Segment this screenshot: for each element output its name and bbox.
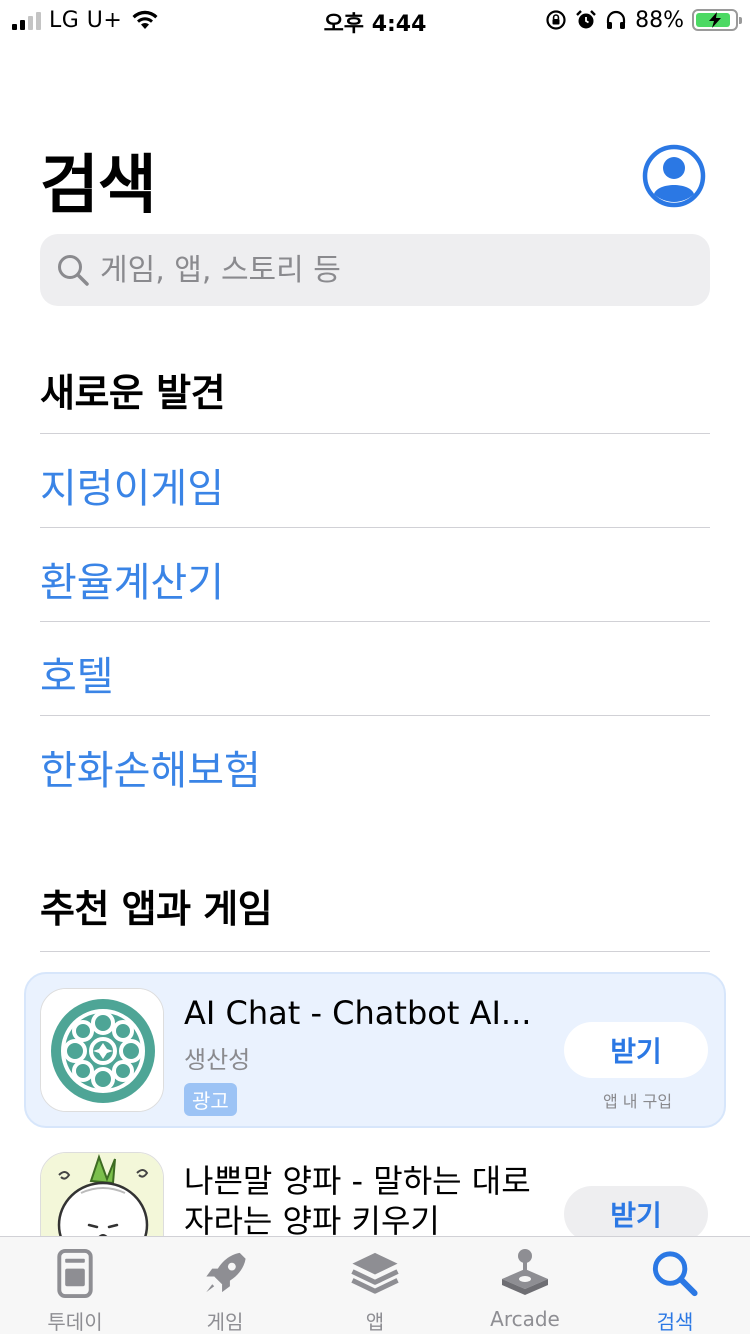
- page-title: 검색: [40, 149, 157, 223]
- divider: [40, 527, 710, 528]
- stack-layers-icon: [351, 1252, 399, 1294]
- discover-title: 새로운 발견: [40, 371, 226, 415]
- get-button[interactable]: 받기: [564, 1186, 708, 1242]
- rocket-icon: [206, 1252, 246, 1293]
- divider: [40, 715, 710, 716]
- status-bar: LG U+ 오후 4:44 88%: [0, 0, 750, 40]
- search-icon: [652, 1251, 698, 1297]
- tab-label: 게임: [206, 1310, 244, 1334]
- battery-icon: [692, 9, 742, 31]
- status-right: 88%: [545, 6, 742, 34]
- tab-bar: 투데이 게임 앱 Arcade 검색: [0, 1236, 750, 1334]
- tab-label: Arcade: [490, 1307, 560, 1331]
- tab-label: 앱: [365, 1310, 385, 1334]
- joystick-icon: [502, 1249, 548, 1295]
- orientation-lock-icon: [546, 10, 566, 30]
- suggestion-4[interactable]: 한화손해보험: [40, 738, 261, 796]
- search-input[interactable]: [100, 252, 660, 288]
- headphones-icon: [606, 10, 626, 29]
- app-name[interactable]: AI Chat - Chatbot AI...: [184, 994, 531, 1032]
- app-category: 생산성: [184, 1046, 251, 1074]
- suggestion-3[interactable]: 호텔: [40, 644, 114, 702]
- tab-label: 검색: [656, 1310, 694, 1334]
- divider: [40, 433, 710, 434]
- account-avatar-icon[interactable]: [642, 144, 706, 208]
- alarm-icon: [576, 10, 596, 29]
- tab-today[interactable]: 투데이: [0, 1237, 150, 1334]
- tab-search[interactable]: 검색: [600, 1237, 750, 1334]
- divider: [40, 621, 710, 622]
- tab-arcade[interactable]: Arcade: [450, 1237, 600, 1334]
- today-icon: [57, 1248, 93, 1299]
- search-icon: [58, 255, 89, 286]
- mandala-icon[interactable]: [40, 988, 164, 1112]
- suggestion-2[interactable]: 환율계산기: [40, 550, 224, 608]
- charging-bolt-icon: [709, 12, 721, 28]
- suggestion-1[interactable]: 지렁이게임: [40, 456, 224, 514]
- recommended-title: 추천 앱과 게임: [40, 887, 273, 931]
- tab-apps[interactable]: 앱: [300, 1237, 450, 1334]
- battery-percent: 88%: [635, 7, 684, 33]
- in-app-purchase-note: 앱 내 구입: [603, 1092, 673, 1111]
- search-bar[interactable]: [40, 234, 710, 306]
- get-button[interactable]: 받기: [564, 1022, 708, 1078]
- tab-games[interactable]: 게임: [150, 1237, 300, 1334]
- tab-label: 투데이: [47, 1310, 103, 1334]
- divider: [40, 951, 710, 952]
- ad-badge: 광고: [184, 1083, 237, 1116]
- app-store-search-screen: LG U+ 오후 4:44 88% 검색 게임, 앱, 스토리 등 새로운 발견…: [0, 0, 750, 1334]
